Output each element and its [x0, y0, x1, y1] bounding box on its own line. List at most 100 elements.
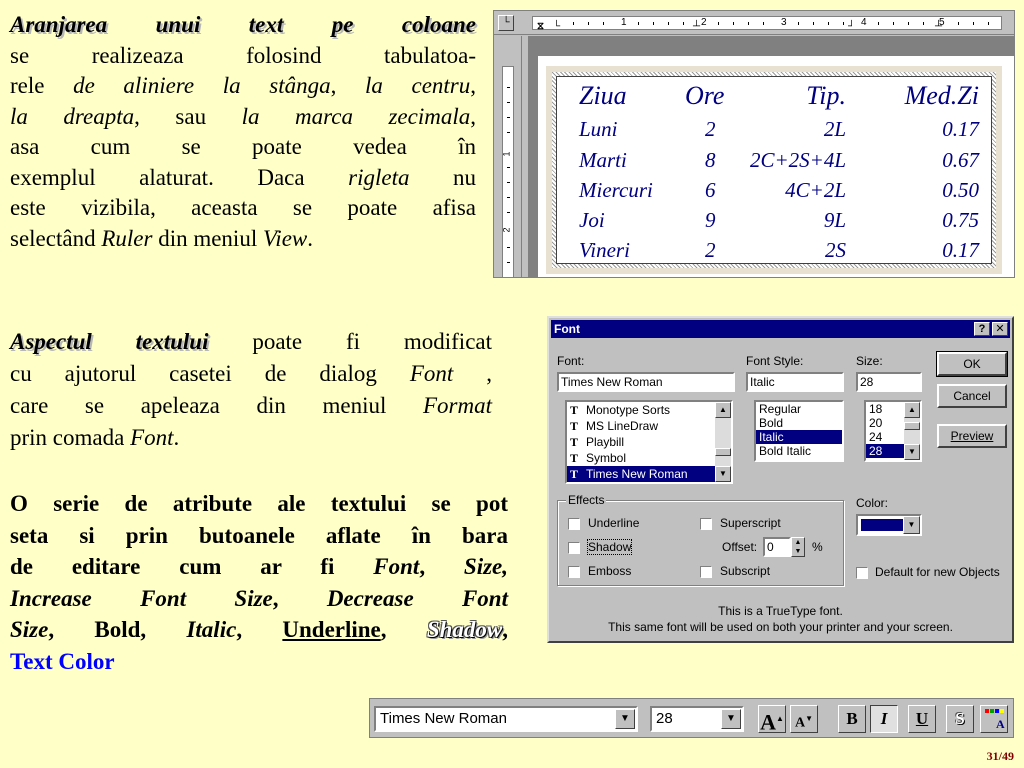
formatting-toolbar: Times New Roman ▼ 28 ▼ A▲ A▼ B I U S A	[369, 698, 1014, 738]
ok-button[interactable]: OK	[936, 351, 1008, 377]
list-item[interactable]: T Symbol	[567, 450, 731, 466]
table-row: Vineri 2 2S 0.17	[579, 238, 979, 262]
paragraph-text-aspect: Aspectul textului poate fi modificat cu …	[10, 329, 492, 450]
emboss-checkbox[interactable]	[568, 566, 580, 578]
list-item-selected[interactable]: 28	[866, 444, 904, 458]
font-label: Font:	[557, 354, 585, 368]
left-tab-marker[interactable]: └	[553, 22, 560, 32]
chevron-down-icon[interactable]: ▼	[903, 516, 920, 534]
scroll-down-icon: ▼	[715, 466, 731, 482]
superscript-label: Superscript	[720, 516, 781, 530]
table-row: Joi 9 9L 0.75	[579, 208, 979, 232]
font-style-label: Font Style:	[746, 354, 804, 368]
ruler-number: 3	[781, 17, 787, 28]
chevron-down-icon[interactable]: ▼	[615, 709, 635, 729]
offset-spinner-icon[interactable]: ▲ ▼	[791, 537, 805, 557]
list-item[interactable]: Bold	[756, 416, 842, 430]
list-item-selected[interactable]: Italic	[756, 430, 842, 444]
truetype-icon: T	[570, 467, 579, 481]
list-item-selected[interactable]: T Times New Roman	[567, 466, 731, 482]
horizontal-ruler[interactable]: └ ⧖ └ 1 ┴ 2 3 ┘ 4 5 ┴	[494, 11, 1014, 35]
emboss-label: Emboss	[588, 564, 632, 578]
list-item[interactable]: T Monotype Sorts	[567, 402, 731, 418]
table-frame: Ziua Ore Tip. Med.Zi Luni 2 2L 0.17 Marti 8 2…	[546, 66, 1002, 274]
truetype-info: This is a TrueType font.	[718, 604, 843, 618]
vertical-ruler[interactable]: 1 2	[494, 36, 522, 277]
font-name-combo[interactable]: Times New Roman ▼	[374, 706, 638, 732]
truetype-icon: T	[570, 419, 579, 433]
effects-group: Effects Underline Shadow Emboss Superscr…	[557, 493, 844, 586]
ruler-number: 2	[701, 17, 707, 28]
font-style-input[interactable]: Italic	[746, 372, 844, 392]
scrollbar[interactable]: ▲ ▼	[715, 402, 731, 482]
underline-button[interactable]: U	[908, 705, 936, 733]
vruler-number: 2	[501, 227, 512, 233]
list-item[interactable]: Bold Italic	[756, 444, 842, 458]
ruler-number: 4	[861, 17, 867, 28]
left-indent-marker[interactable]: ⧖	[537, 22, 544, 32]
table-row: Luni 2 2L 0.17	[579, 117, 979, 141]
decimal-tab-marker[interactable]: ┴	[935, 22, 942, 32]
subscript-label: Subscript	[720, 564, 771, 578]
scrollbar[interactable]: ▲ ▼	[904, 402, 920, 460]
default-objects-label: Default for new Objects	[875, 565, 1000, 579]
list-item[interactable]: Regular	[756, 402, 842, 416]
bold-button[interactable]: B	[838, 705, 866, 733]
scroll-up-icon: ▲	[715, 402, 731, 418]
font-style-list[interactable]: Regular Bold Italic Bold Italic	[754, 400, 844, 462]
list-item[interactable]: T MS LineDraw	[567, 418, 731, 434]
word-document-screenshot: └ ⧖ └ 1 ┴ 2 3 ┘ 4 5 ┴ 1 2 Ziua Ore Tip. …	[493, 10, 1015, 278]
size-list[interactable]: 18 20 24 28 ▲ ▼	[864, 400, 922, 462]
printer-info: This same font will be used on both your…	[608, 620, 953, 634]
offset-unit: %	[812, 540, 823, 554]
shadow-checkbox[interactable]	[568, 542, 580, 554]
shadow-label: Shadow	[586, 539, 633, 555]
font-dialog: Font ? ✕ Font: Times New Roman T Monotype…	[547, 316, 1014, 643]
text-color-label: Text Color	[10, 648, 115, 674]
table-row: Marti 8 2C+2S+4L 0.67	[579, 148, 979, 172]
dialog-title-bar[interactable]: Font ? ✕	[551, 320, 1010, 338]
color-select[interactable]: ▼	[856, 514, 922, 536]
scroll-down-icon: ▼	[904, 444, 920, 460]
font-size-combo[interactable]: 28 ▼	[650, 706, 744, 732]
table-row: Miercuri 6 4C+2L 0.50	[579, 178, 979, 202]
ruler-number: 1	[621, 17, 627, 28]
italic-button[interactable]: I	[870, 705, 898, 733]
offset-label: Offset:	[722, 540, 758, 554]
heading-columns: Aranjarea unui text pe coloane	[10, 12, 476, 37]
svg-text:A: A	[996, 717, 1005, 731]
default-objects-checkbox[interactable]	[856, 567, 868, 579]
document-page[interactable]: Ziua Ore Tip. Med.Zi Luni 2 2L 0.17 Marti 8 2…	[538, 56, 1014, 277]
effects-label: Effects	[566, 493, 607, 507]
truetype-icon: T	[570, 435, 579, 449]
size-input[interactable]: 28	[856, 372, 922, 392]
truetype-icon: T	[570, 403, 579, 417]
underline-checkbox[interactable]	[568, 518, 580, 530]
font-name-input[interactable]: Times New Roman	[557, 372, 735, 392]
tab-selector-button[interactable]: └	[498, 15, 514, 31]
paragraph-columns: Aranjarea unui text pe coloane se realiz…	[10, 12, 476, 251]
ruler-scale: ⧖ └ 1 ┴ 2 3 ┘ 4 5 ┴	[532, 16, 1002, 32]
color-swatch	[861, 519, 903, 531]
font-name-list[interactable]: T Monotype Sorts T MS LineDraw T Playbill T…	[565, 400, 733, 484]
center-tab-marker[interactable]: ┴	[693, 22, 700, 32]
close-icon[interactable]: ✕	[992, 322, 1008, 336]
list-item[interactable]: T Playbill	[567, 434, 731, 450]
offset-input[interactable]: 0	[763, 537, 791, 557]
page-number: 31/49	[986, 749, 1014, 763]
help-icon[interactable]: ?	[974, 322, 990, 336]
chevron-down-icon[interactable]: ▼	[721, 709, 741, 729]
subscript-checkbox[interactable]	[700, 566, 712, 578]
preview-button[interactable]: Preview	[937, 424, 1007, 448]
paragraph-attributes: O serie de atribute ale textului se pot …	[10, 488, 508, 677]
decrease-font-size-icon[interactable]: A▼	[790, 705, 818, 733]
size-label: Size:	[856, 354, 883, 368]
right-tab-marker[interactable]: ┘	[848, 22, 855, 32]
increase-font-size-icon[interactable]: A▲	[758, 705, 786, 734]
table-header-row: Ziua Ore Tip. Med.Zi	[579, 81, 979, 110]
shadow-button[interactable]: S	[946, 705, 974, 733]
dialog-title: Font	[554, 322, 580, 336]
text-color-icon[interactable]: A	[980, 705, 1008, 733]
superscript-checkbox[interactable]	[700, 518, 712, 530]
cancel-button[interactable]: Cancel	[937, 384, 1007, 408]
